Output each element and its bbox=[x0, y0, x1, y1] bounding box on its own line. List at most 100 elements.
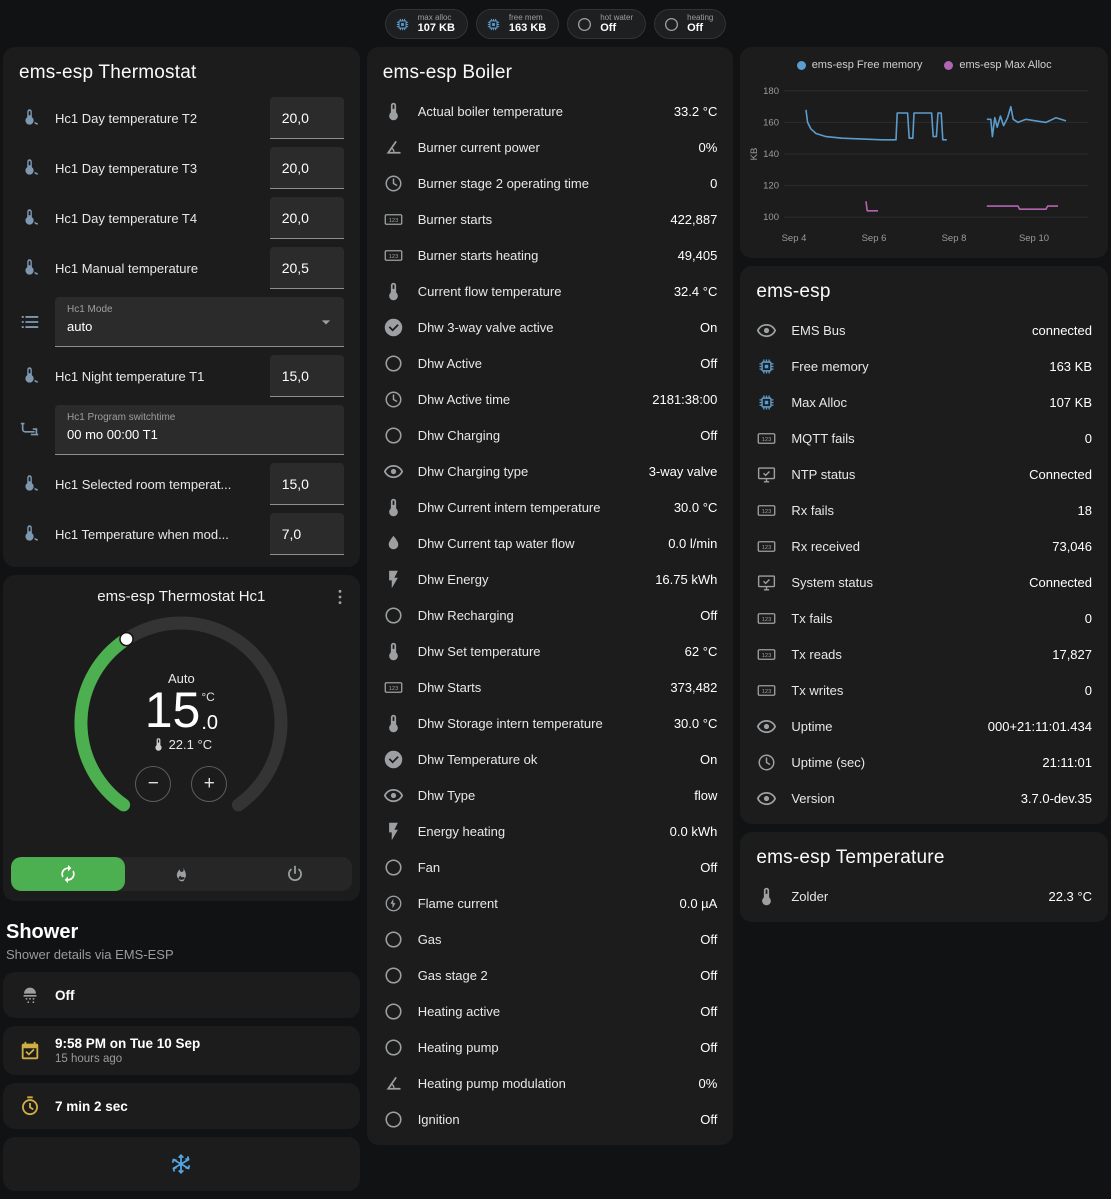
entity-row[interactable]: Gas stage 2Off bbox=[367, 957, 734, 993]
entity-row[interactable]: Uptime000+21:11:01.434 bbox=[740, 708, 1108, 744]
eye-icon bbox=[756, 788, 777, 809]
entity-row[interactable]: Dhw Charging type3-way valve bbox=[367, 453, 734, 489]
thermometer-icon bbox=[151, 737, 166, 752]
entity-row[interactable]: Heating pump modulation0% bbox=[367, 1065, 734, 1101]
chip-icon bbox=[485, 16, 502, 33]
water-icon bbox=[383, 533, 404, 554]
entity-row[interactable]: 123Tx writes0 bbox=[740, 672, 1108, 708]
circle-icon bbox=[383, 605, 404, 626]
entity-value: 33.2 °C bbox=[674, 104, 718, 119]
svg-text:100: 100 bbox=[763, 212, 779, 223]
temp-increase-button[interactable]: + bbox=[191, 766, 227, 802]
shower-card-3[interactable] bbox=[3, 1137, 360, 1191]
chip-label: max alloc bbox=[418, 13, 455, 22]
entity-row[interactable]: Dhw Storage intern temperature 30.0 °C bbox=[367, 705, 734, 741]
entity-value: 0.0 kWh bbox=[670, 824, 718, 839]
entity-row[interactable]: Dhw Active time2181:38:00 bbox=[367, 381, 734, 417]
entity-row[interactable]: GasOff bbox=[367, 921, 734, 957]
number-input[interactable]: 15,0 bbox=[270, 355, 344, 397]
thermostat-dial: Auto 15 °C .0 22.1 °C − + bbox=[61, 609, 301, 849]
entity-row[interactable]: Current flow temperature32.4 °C bbox=[367, 273, 734, 309]
number-input[interactable]: 15,0 bbox=[270, 463, 344, 505]
legend-label: ems-esp Free memory bbox=[812, 59, 923, 71]
entity-row[interactable]: Uptime (sec)21:11:01 bbox=[740, 744, 1108, 780]
shower-card-0[interactable]: Off bbox=[3, 972, 360, 1018]
dial-card-header: ems-esp Thermostat Hc1 bbox=[3, 575, 360, 607]
entity-row[interactable]: Dhw ChargingOff bbox=[367, 417, 734, 453]
entity-row[interactable]: 123Tx reads17,827 bbox=[740, 636, 1108, 672]
header-chip-hot-water[interactable]: hot waterOff bbox=[567, 9, 646, 39]
entity-label: Uptime (sec) bbox=[791, 755, 1028, 770]
header-chip-heating[interactable]: heatingOff bbox=[654, 9, 726, 39]
entity-row[interactable]: Energy heating0.0 kWh bbox=[367, 813, 734, 849]
entity-row[interactable]: Max Alloc107 KB bbox=[740, 384, 1108, 420]
legend-item[interactable]: ems-esp Free memory bbox=[797, 59, 923, 71]
svg-text:Sep 8: Sep 8 bbox=[942, 233, 967, 244]
entity-row[interactable]: 123Rx fails18 bbox=[740, 492, 1108, 528]
entity-row[interactable]: Flame current0.0 µA bbox=[367, 885, 734, 921]
entity-row[interactable]: Dhw Current tap water flow0.0 l/min bbox=[367, 525, 734, 561]
number-input[interactable]: 20,0 bbox=[270, 147, 344, 189]
header-chip-max-alloc[interactable]: max alloc107 KB bbox=[385, 9, 468, 39]
entity-row[interactable]: EMS Busconnected bbox=[740, 312, 1108, 348]
angle-icon bbox=[383, 137, 404, 158]
more-options-icon[interactable] bbox=[330, 587, 350, 607]
thermostat-row: Hc1 Day temperature T220,0 bbox=[3, 93, 360, 143]
number-input[interactable]: 20,0 bbox=[270, 197, 344, 239]
legend-item[interactable]: ems-esp Max Alloc bbox=[944, 59, 1051, 71]
entity-row[interactable]: Dhw 3-way valve activeOn bbox=[367, 309, 734, 345]
svg-text:KB: KB bbox=[749, 148, 760, 161]
entity-label: Heating pump modulation bbox=[418, 1076, 685, 1091]
entity-row[interactable]: Dhw Set temperature62 °C bbox=[367, 633, 734, 669]
entity-row[interactable]: 123Burner starts422,887 bbox=[367, 201, 734, 237]
entity-row[interactable]: Burner stage 2 operating time0 bbox=[367, 165, 734, 201]
entity-row[interactable]: Heating pumpOff bbox=[367, 1029, 734, 1065]
entity-row[interactable]: 123MQTT fails0 bbox=[740, 420, 1108, 456]
number-input[interactable]: 20,0 bbox=[270, 97, 344, 139]
entity-label: Dhw Storage intern temperature bbox=[418, 716, 660, 731]
entity-row[interactable]: Zolder22.3 °C bbox=[740, 878, 1108, 914]
entity-row[interactable]: Dhw Temperature okOn bbox=[367, 741, 734, 777]
chip-text: heatingOff bbox=[687, 13, 713, 35]
entity-label: Dhw 3-way valve active bbox=[418, 320, 686, 335]
svg-text:180: 180 bbox=[763, 86, 779, 97]
hvac-mode-buttons bbox=[11, 857, 352, 891]
entity-row[interactable]: Actual boiler temperature33.2 °C bbox=[367, 93, 734, 129]
entity-row[interactable]: Dhw Energy16.75 kWh bbox=[367, 561, 734, 597]
entity-row[interactable]: System statusConnected bbox=[740, 564, 1108, 600]
entity-row[interactable]: 123Burner starts heating49,405 bbox=[367, 237, 734, 273]
chip-text: hot waterOff bbox=[600, 13, 633, 35]
entity-row[interactable]: 123Dhw Starts373,482 bbox=[367, 669, 734, 705]
entity-row[interactable]: FanOff bbox=[367, 849, 734, 885]
shower-card-2[interactable]: 7 min 2 sec bbox=[3, 1083, 360, 1129]
entity-label: Gas stage 2 bbox=[418, 968, 687, 983]
header-chip-free-mem[interactable]: free mem163 KB bbox=[476, 9, 559, 39]
hvac-auto-button[interactable] bbox=[11, 857, 125, 891]
shower-card-1[interactable]: 9:58 PM on Tue 10 Sep15 hours ago bbox=[3, 1026, 360, 1075]
entity-row[interactable]: 123Rx received73,046 bbox=[740, 528, 1108, 564]
entity-row[interactable]: Dhw Typeflow bbox=[367, 777, 734, 813]
entity-row[interactable]: Version3.7.0-dev.35 bbox=[740, 780, 1108, 816]
switchtime-input[interactable]: Hc1 Program switchtime00 mo 00:00 T1 bbox=[55, 405, 344, 455]
hvac-heat-button[interactable] bbox=[125, 857, 239, 891]
entity-row[interactable]: Heating activeOff bbox=[367, 993, 734, 1029]
entity-row[interactable]: Dhw RechargingOff bbox=[367, 597, 734, 633]
mode-select[interactable]: Hc1 Modeauto bbox=[55, 297, 344, 347]
entity-row[interactable]: Dhw ActiveOff bbox=[367, 345, 734, 381]
entity-row[interactable]: NTP statusConnected bbox=[740, 456, 1108, 492]
number-input[interactable]: 7,0 bbox=[270, 513, 344, 555]
entity-row[interactable]: Dhw Current intern temperature30.0 °C bbox=[367, 489, 734, 525]
entity-row[interactable]: 123Tx fails0 bbox=[740, 600, 1108, 636]
temp-decrease-button[interactable]: − bbox=[135, 766, 171, 802]
current-temperature: 22.1 °C bbox=[151, 737, 213, 752]
entity-row[interactable]: Burner current power0% bbox=[367, 129, 734, 165]
circle-icon bbox=[383, 965, 404, 986]
thermometer-water-icon bbox=[19, 523, 41, 545]
svg-text:123: 123 bbox=[388, 217, 397, 223]
number-input[interactable]: 20,5 bbox=[270, 247, 344, 289]
entity-value: 30.0 °C bbox=[674, 716, 718, 731]
hvac-off-button[interactable] bbox=[238, 857, 352, 891]
entity-row[interactable]: Free memory163 KB bbox=[740, 348, 1108, 384]
entity-value: 0 bbox=[710, 176, 717, 191]
entity-row[interactable]: IgnitionOff bbox=[367, 1101, 734, 1137]
